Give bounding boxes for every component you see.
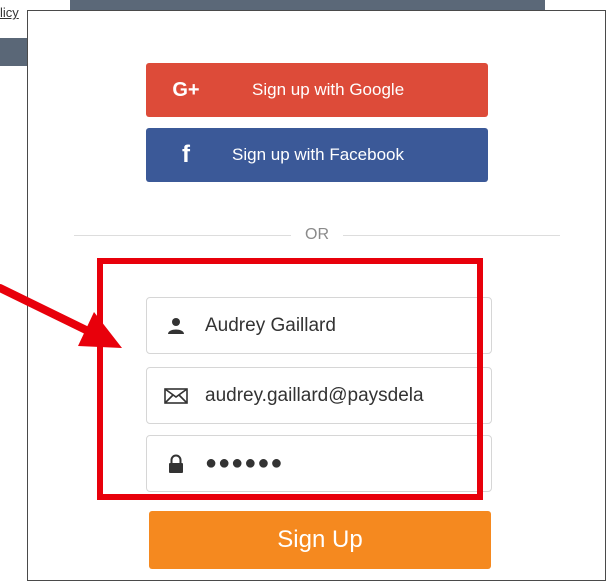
facebook-signup-label: Sign up with Facebook [232,145,404,164]
google-signup-label: Sign up with Google [252,80,405,99]
highlight-box [97,258,483,500]
google-signup-button[interactable]: G+ Sign up with Google [146,63,488,117]
screen: licy G+ Sign up with Google f Sign up wi… [0,0,608,583]
facebook-signup-button[interactable]: f Sign up with Facebook [146,128,488,182]
divider-line-left [74,234,291,236]
privacy-link[interactable]: licy [0,5,28,20]
google-plus-icon: G+ [172,78,200,101]
or-text: OR [305,226,329,243]
red-arrow-annotation [0,284,122,348]
or-divider: OR [74,225,560,245]
facebook-icon: f [182,141,190,168]
divider-line-right [343,234,560,236]
sign-up-button[interactable]: Sign Up [149,511,491,569]
background-bar [0,38,28,66]
